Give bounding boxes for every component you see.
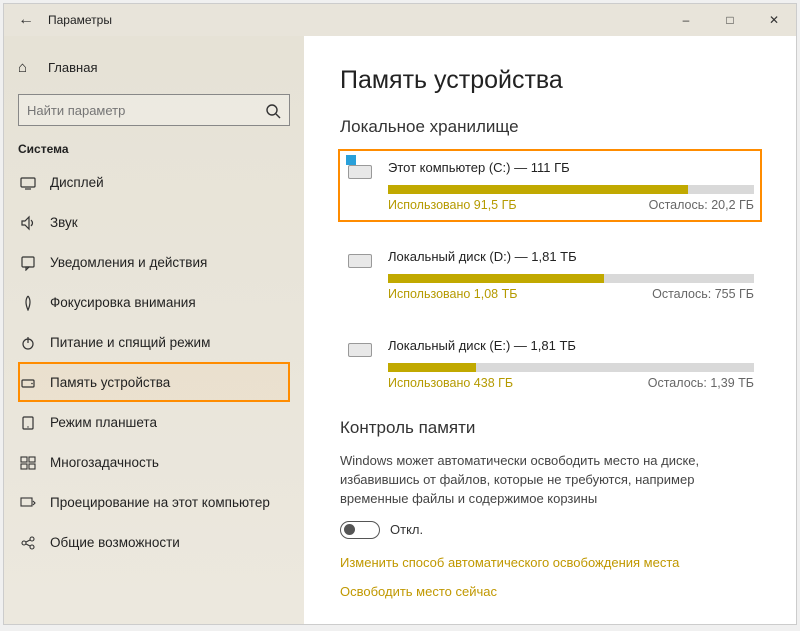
display-icon [20,173,50,190]
drive-icon [346,333,378,357]
drive-item[interactable]: Этот компьютер (C:) — 111 ГБ Использовано… [340,151,760,220]
storage-sense-toggle-label: Откл. [390,522,423,537]
tablet-icon [20,413,50,430]
sidebar-item-projecting[interactable]: Проецирование на этот компьютер [18,482,290,522]
shared-icon [20,533,50,550]
minimize-button[interactable]: – [664,4,708,36]
sidebar-item-focus[interactable]: Фокусировка внимания [18,282,290,322]
sidebar-item-label: Проецирование на этот компьютер [50,495,270,510]
drive-item[interactable]: Локальный диск (E:) — 1,81 ТБ Использован… [340,329,760,398]
drive-title: Локальный диск (E:) — 1,81 ТБ [388,338,576,353]
window-title: Параметры [48,13,664,27]
sidebar-item-shared[interactable]: Общие возможности [18,522,290,562]
sidebar-item-label: Общие возможности [50,535,180,550]
drive-usage-bar [388,185,754,194]
close-button[interactable]: ✕ [752,4,796,36]
local-storage-heading: Локальное хранилище [340,117,760,137]
storage-icon [20,373,50,390]
sidebar-item-sound[interactable]: Звук [18,202,290,242]
sidebar-item-display[interactable]: Дисплей [18,162,290,202]
back-button[interactable]: ← [12,11,40,29]
sidebar-item-label: Многозадачность [50,455,159,470]
sound-icon [20,213,50,230]
drive-used-label: Использовано 91,5 ГБ [388,198,649,212]
sidebar-item-label: Фокусировка внимания [50,295,196,310]
search-input[interactable] [27,103,265,118]
sidebar-item-power[interactable]: Питание и спящий режим [18,322,290,362]
drive-free-label: Осталось: 1,39 ТБ [648,376,754,390]
free-up-now-link[interactable]: Освободить место сейчас [340,584,760,599]
drive-used-label: Использовано 438 ГБ [388,376,648,390]
drive-usage-bar [388,363,754,372]
storage-sense-description: Windows может автоматически освободить м… [340,452,760,509]
focus-icon [20,293,50,310]
drive-free-label: Осталось: 755 ГБ [652,287,754,301]
drive-item[interactable]: Локальный диск (D:) — 1,81 ТБ Использован… [340,240,760,309]
notifications-icon [20,253,50,270]
search-icon [265,101,281,118]
drive-used-label: Использовано 1,08 ТБ [388,287,652,301]
drive-title: Этот компьютер (C:) — 111 ГБ [388,160,570,175]
sidebar-home-label: Главная [48,60,97,75]
drive-usage-bar [388,274,754,283]
sidebar-home[interactable]: ⌂ Главная [18,50,290,84]
sidebar-item-label: Дисплей [50,175,104,190]
storage-sense-heading: Контроль памяти [340,418,760,438]
page-title: Память устройства [340,66,760,95]
sidebar: ⌂ Главная Система Дисплей Звук Уведомлен [4,36,304,624]
drive-title: Локальный диск (D:) — 1,81 ТБ [388,249,577,264]
sidebar-item-notifications[interactable]: Уведомления и действия [18,242,290,282]
search-box[interactable] [18,94,290,126]
content-area: Память устройства Локальное хранилище Эт… [304,36,796,624]
sidebar-item-multitasking[interactable]: Многозадачность [18,442,290,482]
titlebar: ← Параметры – □ ✕ [4,4,796,36]
sidebar-item-label: Питание и спящий режим [50,335,210,350]
drive-icon [346,155,378,179]
sidebar-item-label: Режим планшета [50,415,157,430]
projecting-icon [20,493,50,510]
multitasking-icon [20,453,50,470]
sidebar-item-label: Уведомления и действия [50,255,207,270]
sidebar-item-storage[interactable]: Память устройства [18,362,290,402]
power-icon [20,333,50,350]
storage-sense-toggle[interactable] [340,521,380,539]
maximize-button[interactable]: □ [708,4,752,36]
sidebar-section-label: Система [18,142,290,156]
drive-free-label: Осталось: 20,2 ГБ [649,198,754,212]
sidebar-item-label: Звук [50,215,78,230]
home-icon: ⌂ [18,59,48,76]
sidebar-item-label: Память устройства [50,375,170,390]
drive-icon [346,244,378,268]
change-free-up-link[interactable]: Изменить способ автоматического освобожд… [340,555,760,570]
sidebar-item-tablet[interactable]: Режим планшета [18,402,290,442]
